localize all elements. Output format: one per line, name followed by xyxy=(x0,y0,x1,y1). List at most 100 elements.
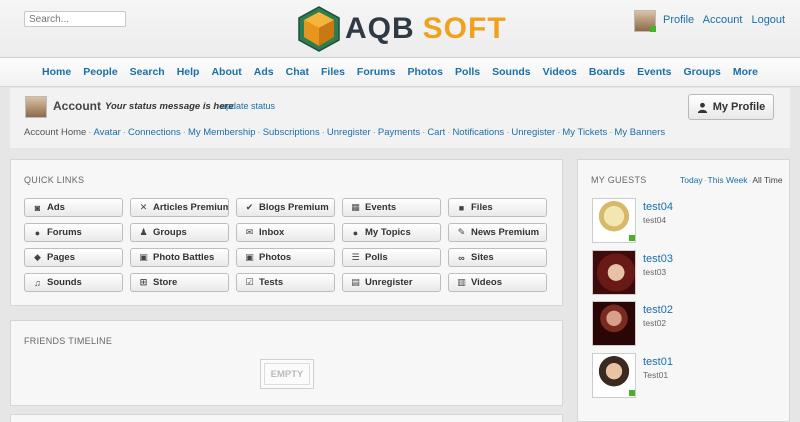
tab-all-time[interactable]: All Time xyxy=(752,175,782,185)
account-link-unregister-5[interactable]: Unregister xyxy=(327,127,371,138)
file-icon: ■ xyxy=(458,202,465,213)
account-link-account-home-0[interactable]: Account Home xyxy=(24,127,86,138)
logo-cube-icon xyxy=(298,6,340,52)
nav-item-events[interactable]: Events xyxy=(637,66,671,78)
account-link-avatar-1[interactable]: Avatar xyxy=(93,127,120,138)
quick-link-polls[interactable]: ☰ Polls xyxy=(342,248,441,267)
quick-link-unregister[interactable]: ▤ Unregister xyxy=(342,273,441,292)
friends-timeline-panel: FRIENDS TIMELINE EMPTY xyxy=(10,320,563,406)
chat-bubble-icon: ● xyxy=(34,227,41,238)
account-link-subscriptions-4[interactable]: Subscriptions xyxy=(263,127,320,138)
quick-link-events[interactable]: ▦ Events xyxy=(342,198,441,217)
logout-link[interactable]: Logout xyxy=(751,14,785,26)
guest-avatar[interactable] xyxy=(592,301,636,346)
link-separator: · xyxy=(609,127,613,138)
nav-item-home[interactable]: Home xyxy=(42,66,71,78)
music-icon: ♫ xyxy=(34,277,41,288)
my-guests-panel: MY GUESTS Today·This Week·All Time test0… xyxy=(577,159,790,422)
logo-text-soft: SOFT xyxy=(422,12,507,45)
account-bar: Account Your status message is here upda… xyxy=(10,88,790,148)
guest-item[interactable]: test01 Test01 xyxy=(592,353,777,399)
ads-icon: ◙ xyxy=(34,202,41,213)
quick-link-blogs-premium[interactable]: ✔ Blogs Premium xyxy=(236,198,335,217)
profile-link[interactable]: Profile xyxy=(663,14,694,26)
quick-link-forums[interactable]: ● Forums xyxy=(24,223,123,242)
site-logo[interactable]: AQB SOFT xyxy=(296,6,507,52)
nav-item-help[interactable]: Help xyxy=(177,66,200,78)
nav-item-search[interactable]: Search xyxy=(130,66,165,78)
nav-item-boards[interactable]: Boards xyxy=(589,66,625,78)
nav-item-photos[interactable]: Photos xyxy=(407,66,443,78)
nav-item-chat[interactable]: Chat xyxy=(286,66,309,78)
nav-item-ads[interactable]: Ads xyxy=(254,66,274,78)
quick-link-ads[interactable]: ◙ Ads xyxy=(24,198,123,217)
quick-link-tests[interactable]: ☑ Tests xyxy=(236,273,335,292)
quick-links-grid: ◙ Ads ✕ Articles Premium ✔ Blogs Premium ▦ Even… xyxy=(24,198,547,292)
my-profile-button[interactable]: My Profile xyxy=(688,94,774,120)
online-indicator xyxy=(629,390,635,396)
account-link[interactable]: Account xyxy=(703,14,743,26)
account-avatar[interactable] xyxy=(25,96,47,118)
quick-link-news-premium[interactable]: ✎ News Premium xyxy=(448,223,547,242)
quick-link-label: Inbox xyxy=(259,227,285,238)
articles-icon: ✕ xyxy=(139,202,148,212)
group-icon: ♟ xyxy=(139,227,148,237)
account-link-unregister-9[interactable]: Unregister xyxy=(511,127,555,138)
nav-item-sounds[interactable]: Sounds xyxy=(492,66,531,78)
guest-username: test03 xyxy=(643,267,667,277)
quick-link-my-topics[interactable]: ● My Topics xyxy=(342,223,441,242)
nav-item-polls[interactable]: Polls xyxy=(455,66,480,78)
quick-link-label: Sites xyxy=(471,252,494,263)
quick-link-label: Polls xyxy=(365,252,388,263)
nav-item-more[interactable]: More xyxy=(733,66,758,78)
link-separator: · xyxy=(557,127,561,138)
guest-name-link[interactable]: test02 xyxy=(643,304,673,316)
quick-link-videos[interactable]: ▥ Videos xyxy=(448,273,547,292)
tab-this-week[interactable]: This Week xyxy=(708,175,748,185)
quick-link-files[interactable]: ■ Files xyxy=(448,198,547,217)
quick-link-label: Files xyxy=(471,202,493,213)
nav-item-videos[interactable]: Videos xyxy=(543,66,577,78)
nav-item-about[interactable]: About xyxy=(211,66,241,78)
quick-link-label: Events xyxy=(365,202,397,213)
quick-link-groups[interactable]: ♟ Groups xyxy=(130,223,229,242)
quick-link-photos[interactable]: ▣ Photos xyxy=(236,248,335,267)
quick-link-articles-premium[interactable]: ✕ Articles Premium xyxy=(130,198,229,217)
account-link-payments-6[interactable]: Payments xyxy=(378,127,420,138)
nav-item-forums[interactable]: Forums xyxy=(357,66,396,78)
guest-item[interactable]: test03 test03 xyxy=(592,250,777,296)
account-link-my-membership-3[interactable]: My Membership xyxy=(188,127,256,138)
friends-timeline-title: FRIENDS TIMELINE xyxy=(24,336,113,346)
link-separator: · xyxy=(422,127,426,138)
link-separator: · xyxy=(447,127,451,138)
account-link-notifications-8[interactable]: Notifications xyxy=(452,127,504,138)
guest-item[interactable]: test04 test04 xyxy=(592,198,777,244)
guest-tabs: Today·This Week·All Time xyxy=(680,175,783,185)
guest-name-link[interactable]: test03 xyxy=(643,253,673,265)
user-icon xyxy=(697,102,707,113)
guest-item[interactable]: test02 test02 xyxy=(592,301,777,347)
account-link-my-banners-11[interactable]: My Banners xyxy=(614,127,665,138)
quick-link-label: Blogs Premium xyxy=(259,202,329,213)
nav-item-files[interactable]: Files xyxy=(321,66,345,78)
account-link-connections-2[interactable]: Connections xyxy=(128,127,181,138)
quick-link-pages[interactable]: ◆ Pages xyxy=(24,248,123,267)
header-avatar[interactable] xyxy=(634,10,656,32)
account-link-cart-7[interactable]: Cart xyxy=(427,127,445,138)
nav-item-people[interactable]: People xyxy=(83,66,117,78)
nav-item-groups[interactable]: Groups xyxy=(684,66,721,78)
link-separator: · xyxy=(88,127,92,138)
tab-today[interactable]: Today xyxy=(680,175,703,185)
guest-name-link[interactable]: test04 xyxy=(643,201,673,213)
quick-link-photo-battles[interactable]: ▣ Photo Battles xyxy=(130,248,229,267)
quick-link-store[interactable]: ⊞ Store xyxy=(130,273,229,292)
account-link-my-tickets-10[interactable]: My Tickets xyxy=(562,127,607,138)
quick-link-inbox[interactable]: ✉ Inbox xyxy=(236,223,335,242)
quick-link-sites[interactable]: ∞ Sites xyxy=(448,248,547,267)
guest-name-link[interactable]: test01 xyxy=(643,356,673,368)
search-input[interactable] xyxy=(24,11,126,27)
update-status-link[interactable]: update status xyxy=(221,101,275,111)
quick-link-sounds[interactable]: ♫ Sounds xyxy=(24,273,123,292)
guest-avatar[interactable] xyxy=(592,250,636,295)
chart-icon: ▤ xyxy=(351,277,360,287)
